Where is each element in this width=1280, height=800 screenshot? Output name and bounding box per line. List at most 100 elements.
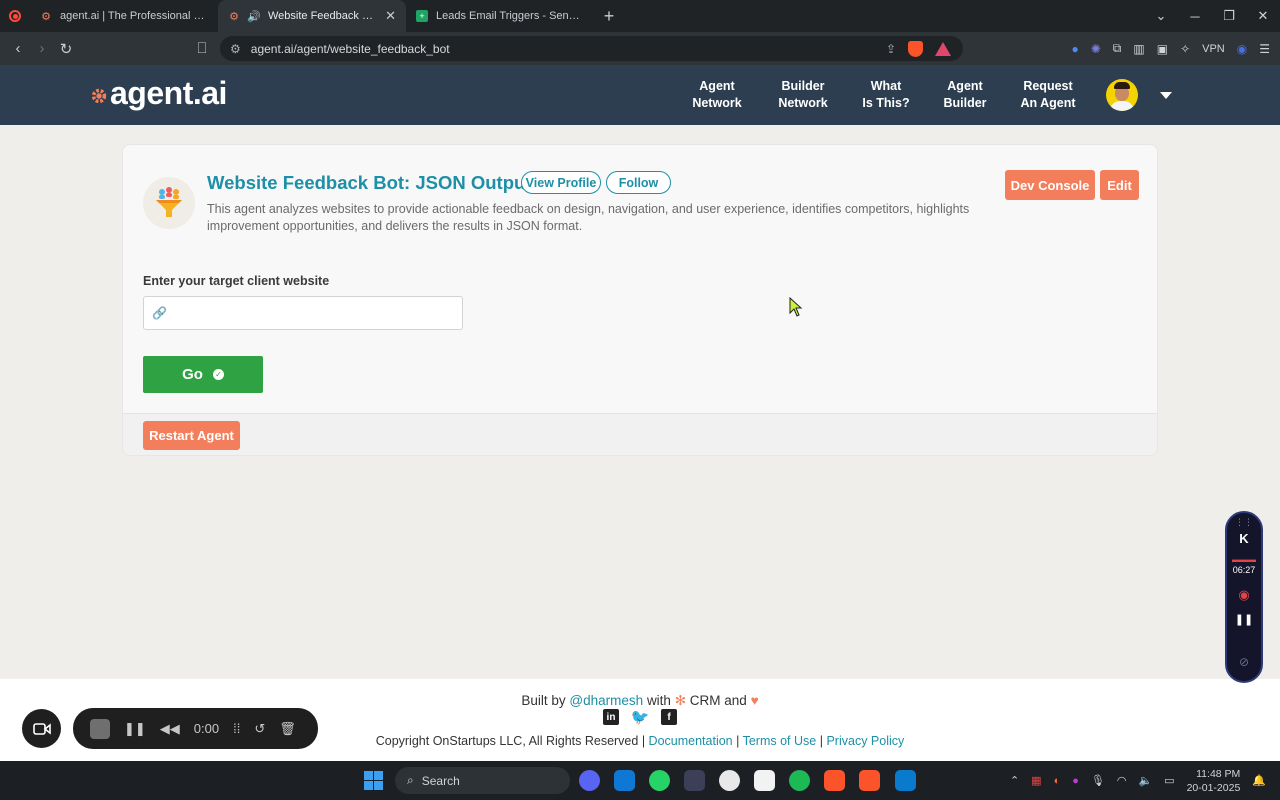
windows-taskbar: ⌕ Search ⌃ ▦ ◐ ● 🎙 ◠ 🔈 ▭ 11:48 PM 20-01-… xyxy=(0,761,1280,800)
chatgpt-icon[interactable] xyxy=(719,770,740,791)
dharmesh-link[interactable]: @dharmesh xyxy=(569,693,643,708)
whatsapp-icon[interactable] xyxy=(649,770,670,791)
account-dropdown-icon[interactable] xyxy=(1160,92,1172,99)
close-tab-icon[interactable]: ✕ xyxy=(385,8,396,24)
view-profile-button[interactable]: View Profile xyxy=(521,171,601,194)
reload-icon[interactable]: ↻ xyxy=(54,40,78,58)
side-pause-icon[interactable]: ❚❚ xyxy=(1227,613,1261,626)
tab-list-chevron-icon[interactable]: ⌄ xyxy=(1144,8,1178,24)
browser-tab-feedback-bot[interactable]: ⚙ 🔊 Website Feedback Bot: JSON ✕ xyxy=(218,0,406,32)
recorder-controls: ❚❚ ◀◀ 0:00 ⁞⁞ ↺ 🗑 xyxy=(73,708,318,749)
linkedin-icon[interactable]: in xyxy=(603,709,619,725)
video-camera-icon xyxy=(32,722,51,735)
restart-agent-button[interactable]: Restart Agent xyxy=(143,421,240,450)
agent-title: Website Feedback Bot: JSON Output xyxy=(207,172,532,193)
sidebar-icon[interactable]: ▥ xyxy=(1133,42,1144,56)
vscode-icon[interactable] xyxy=(895,770,916,791)
stop-recording-button[interactable] xyxy=(90,718,110,739)
brave-beta-icon[interactable] xyxy=(859,770,880,791)
tab-title: Leads Email Triggers - Sending Sheet xyxy=(436,10,584,22)
windows-start-icon[interactable] xyxy=(364,771,383,790)
dev-console-button[interactable]: Dev Console xyxy=(1005,170,1095,200)
game-app-icon[interactable] xyxy=(684,770,705,791)
record-icon[interactable]: ◉ xyxy=(1227,587,1261,603)
discord-icon[interactable] xyxy=(579,770,600,791)
clock-time: 11:48 PM xyxy=(1196,767,1241,780)
maximize-icon[interactable]: ❐ xyxy=(1212,8,1246,24)
restart-icon[interactable]: ↺ xyxy=(254,721,265,737)
brave-rewards-icon[interactable] xyxy=(935,41,951,56)
clickup-icon[interactable] xyxy=(754,770,775,791)
nav-builder-network[interactable]: Builder Network xyxy=(758,65,848,125)
grid-icon[interactable]: ⁞⁞ xyxy=(233,721,240,736)
browser-tab-agent-ai[interactable]: ⚙ agent.ai | The Professional Network xyxy=(30,0,218,32)
twitter-icon[interactable]: 🐦 xyxy=(631,709,650,726)
mic-off-icon[interactable]: ⊘ xyxy=(1227,655,1261,669)
menu-icon[interactable]: ☰ xyxy=(1259,42,1270,56)
rewind-icon[interactable]: ◀◀ xyxy=(160,721,180,737)
drag-handle-icon[interactable]: ⋮⋮ xyxy=(1227,517,1261,528)
pause-icon[interactable]: ❚❚ xyxy=(124,721,146,737)
documentation-link[interactable]: Documentation xyxy=(649,734,733,748)
nav-agent-network[interactable]: Agent Network xyxy=(676,65,758,125)
website-input-label: Enter your target client website xyxy=(143,274,330,288)
mouse-cursor-icon xyxy=(789,297,803,317)
user-avatar[interactable] xyxy=(1106,79,1138,111)
agent-ai-favicon-icon: ⚙ xyxy=(229,10,239,23)
tray-app-3-icon[interactable]: ● xyxy=(1072,775,1079,787)
volume-icon[interactable]: 🔈 xyxy=(1138,774,1152,787)
camera-toggle-button[interactable] xyxy=(22,709,61,748)
trash-icon[interactable]: 🗑 xyxy=(279,721,296,737)
tray-app-icon[interactable]: ▦ xyxy=(1031,774,1041,787)
address-bar[interactable]: ⚙ agent.ai/agent/website_feedback_bot ⇪ xyxy=(220,36,963,61)
nav-request-an-agent[interactable]: Request An Agent xyxy=(1006,65,1090,125)
leo-ai-icon[interactable]: ✧ xyxy=(1180,42,1190,56)
profile-flag-icon[interactable]: ◉ xyxy=(1237,42,1247,56)
tray-app-2-icon[interactable]: ◐ xyxy=(1054,775,1061,787)
taskbar-search[interactable]: ⌕ Search xyxy=(395,767,570,794)
url-text: agent.ai/agent/website_feedback_bot xyxy=(250,41,450,56)
tray-chevron-icon[interactable]: ⌃ xyxy=(1010,774,1019,787)
microphone-icon[interactable]: 🎙 xyxy=(1091,774,1105,787)
brave-icon[interactable] xyxy=(824,770,845,791)
spotify-icon[interactable] xyxy=(789,770,810,791)
outlook-icon[interactable] xyxy=(614,770,635,791)
back-icon[interactable]: ‹ xyxy=(6,40,30,57)
notifications-icon[interactable]: 🔔 xyxy=(1252,774,1266,787)
website-input[interactable] xyxy=(174,298,462,328)
browser-tab-leads-sheet[interactable]: + Leads Email Triggers - Sending Sheet xyxy=(406,0,594,32)
extensions-area: ● ✺ ⧉ ▥ ▣ ✧ VPN ◉ ☰ xyxy=(1071,32,1270,65)
speaker-icon: 🔊 xyxy=(247,10,261,23)
clock[interactable]: 11:48 PM 20-01-2025 xyxy=(1187,767,1241,795)
wallet-icon[interactable]: ▣ xyxy=(1157,42,1168,56)
site-logo[interactable]: agent.ai xyxy=(90,75,227,112)
wifi-icon[interactable]: ◠ xyxy=(1117,774,1127,787)
share-icon[interactable]: ⇪ xyxy=(886,42,896,56)
clock-date: 20-01-2025 xyxy=(1186,781,1241,794)
extension-badge-icon[interactable]: ✺ xyxy=(1091,42,1101,56)
built-by-line: Built by @dharmesh with ✻ CRM and ♥ xyxy=(521,693,759,708)
nav-what-is-this[interactable]: What Is This? xyxy=(848,65,924,125)
close-window-icon[interactable]: ✕ xyxy=(1246,8,1280,24)
forward-icon[interactable]: › xyxy=(30,40,54,57)
browser-nav-bar: ‹ › ↻ ⎕ ⚙ agent.ai/agent/website_feedbac… xyxy=(0,32,1280,65)
minimize-icon[interactable]: ─ xyxy=(1178,9,1212,24)
tab-title: Website Feedback Bot: JSON xyxy=(268,10,377,22)
extensions-puzzle-icon[interactable]: ⧉ xyxy=(1113,41,1122,56)
edit-button[interactable]: Edit xyxy=(1100,170,1139,200)
new-tab-button[interactable]: + xyxy=(594,6,624,27)
vpn-button[interactable]: VPN xyxy=(1202,43,1225,55)
bookmark-icon[interactable]: ⎕ xyxy=(190,40,214,57)
facebook-icon[interactable]: f xyxy=(661,709,677,725)
privacy-link[interactable]: Privacy Policy xyxy=(826,734,904,748)
follow-button[interactable]: Follow xyxy=(606,171,671,194)
nav-agent-builder[interactable]: Agent Builder xyxy=(924,65,1006,125)
brave-shield-icon[interactable] xyxy=(908,40,923,57)
site-settings-icon[interactable]: ⚙ xyxy=(230,42,241,56)
logo-text: agent.ai xyxy=(110,75,227,111)
password-manager-icon[interactable]: ● xyxy=(1071,42,1078,56)
battery-icon[interactable]: ▭ xyxy=(1164,774,1174,787)
recording-indicator-icon xyxy=(0,0,30,32)
terms-link[interactable]: Terms of Use xyxy=(743,734,817,748)
go-button[interactable]: Go ✓ xyxy=(143,356,263,393)
